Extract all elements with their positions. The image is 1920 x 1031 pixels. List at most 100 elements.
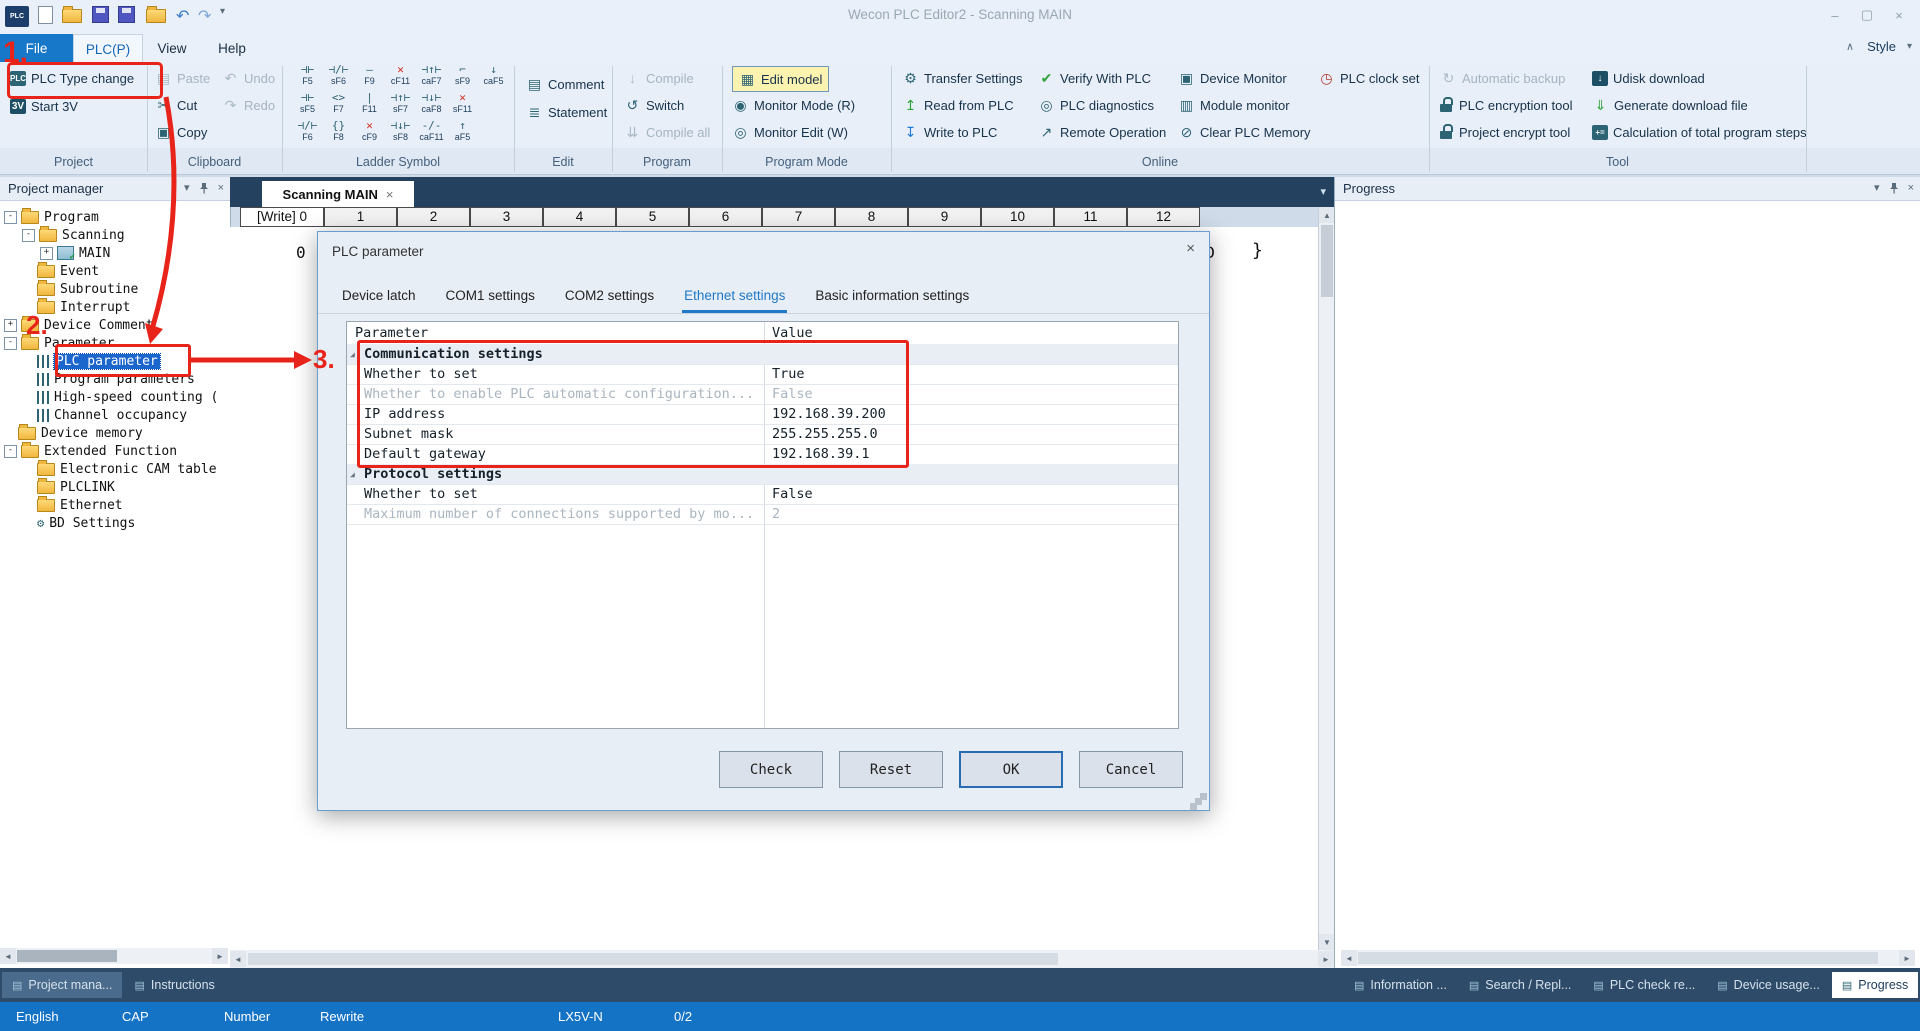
ladder-symbol-button[interactable]: ✕cF9 — [354, 120, 385, 146]
tab-instructions[interactable]: ▤Instructions — [124, 972, 224, 998]
tree-item-label[interactable]: Channel occupancy — [54, 408, 187, 423]
tree-item[interactable]: Electronic CAM table — [37, 460, 217, 478]
tab-plc-check[interactable]: ▤PLC check re... — [1583, 972, 1705, 998]
scroll-right-icon[interactable]: ► — [1899, 950, 1915, 966]
pin-icon[interactable] — [199, 182, 209, 194]
tab-project-manager[interactable]: ▤Project mana... — [2, 972, 122, 998]
tree-item-label[interactable]: Parameter — [44, 336, 114, 351]
ladder-symbol-button[interactable]: ⊣↑⊢caF7 — [416, 64, 447, 90]
tab-search-replace[interactable]: ▤Search / Repl... — [1459, 972, 1582, 998]
project-encrypt-tool-button[interactable]: Project encrypt tool — [1440, 120, 1570, 144]
ladder-symbol-button[interactable]: —F9 — [354, 64, 385, 90]
table-row[interactable]: Subnet mask255.255.255.0 — [347, 424, 1178, 445]
copy-button[interactable]: ▣ Copy — [155, 120, 207, 144]
clear-plc-memory-button[interactable]: ⊘ Clear PLC Memory — [1178, 120, 1311, 144]
row-value[interactable]: 255.255.255.0 — [772, 426, 878, 442]
expander-icon[interactable]: - — [4, 211, 17, 224]
expander-icon[interactable]: - — [4, 445, 17, 458]
calc-total-steps-button[interactable]: += Calculation of total program steps — [1592, 120, 1807, 144]
table-row[interactable]: Default gateway192.168.39.1 — [347, 444, 1178, 465]
scroll-thumb[interactable] — [1321, 225, 1333, 297]
write-to-plc-button[interactable]: ↧ Write to PLC — [902, 120, 997, 144]
ok-button[interactable]: OK — [959, 751, 1063, 788]
tree-item[interactable]: Channel occupancy — [37, 406, 187, 424]
ladder-symbol-button[interactable]: ⊣↓⊢caF8 — [416, 92, 447, 118]
collapse-ribbon-icon[interactable]: ∧ — [1846, 40, 1854, 53]
scroll-right-icon[interactable]: ► — [212, 948, 228, 964]
tree-item-label[interactable]: BD Settings — [49, 516, 135, 531]
tab-com2-settings[interactable]: COM2 settings — [563, 280, 656, 313]
editor-tab-scanning-main[interactable]: Scanning MAIN × — [262, 181, 414, 207]
tree-item-label[interactable]: PLCLINK — [60, 480, 115, 495]
paste-button[interactable]: ▤ Paste — [155, 66, 210, 90]
table-row[interactable]: Whether to setFalse — [347, 484, 1178, 505]
udisk-download-button[interactable]: ↓ Udisk download — [1592, 66, 1705, 90]
tree-item[interactable]: PLCLINK — [37, 478, 115, 496]
scroll-left-icon[interactable]: ◄ — [0, 948, 16, 964]
tree-item-label[interactable]: Subroutine — [60, 282, 138, 297]
tab-device-latch[interactable]: Device latch — [340, 280, 418, 313]
tree-item-label[interactable]: Device Comment — [44, 318, 154, 333]
close-button[interactable]: × — [1886, 4, 1912, 26]
start-3v-button[interactable]: 3V Start 3V — [10, 94, 78, 118]
expander-icon[interactable]: - — [22, 229, 35, 242]
table-row[interactable]: Whether to enable PLC automatic configur… — [347, 384, 1178, 405]
tab-information[interactable]: ▤Information ... — [1344, 972, 1457, 998]
plc-encryption-tool-button[interactable]: PLC encryption tool — [1440, 93, 1572, 117]
remote-operation-button[interactable]: ↗ Remote Operation — [1038, 120, 1166, 144]
tree-item[interactable]: Subroutine — [37, 280, 138, 298]
row-value[interactable]: False — [772, 486, 813, 502]
module-monitor-button[interactable]: ▥ Module monitor — [1178, 93, 1290, 117]
tab-close-icon[interactable]: × — [386, 187, 394, 202]
ladder-symbol-button[interactable]: ⊣/⊢F6 — [292, 120, 323, 146]
monitor-edit-button[interactable]: ◎ Monitor Edit (W) — [732, 120, 848, 144]
panel-dropdown-icon[interactable]: ▾ — [1874, 181, 1880, 194]
table-row-group[interactable]: ◢Protocol settings — [347, 464, 1178, 485]
ladder-symbol-button[interactable]: ⊣⊢sF5 — [292, 92, 323, 118]
tab-com1-settings[interactable]: COM1 settings — [444, 280, 537, 313]
ladder-symbol-button[interactable]: {}F8 — [323, 120, 354, 146]
tree-item-label[interactable]: Electronic CAM table — [60, 462, 217, 477]
tree-item-label[interactable]: Ethernet — [60, 498, 123, 513]
tree-item[interactable]: +MAIN — [40, 244, 110, 262]
statement-button[interactable]: ≣ Statement — [526, 100, 607, 124]
menu-help[interactable]: Help — [205, 34, 259, 62]
tree-item[interactable]: -Scanning — [22, 226, 125, 244]
progress-hscrollbar[interactable]: ◄ ► — [1341, 950, 1915, 966]
scroll-right-icon[interactable]: ► — [1318, 951, 1334, 967]
ladder-symbol-button[interactable]: ✕cF11 — [385, 64, 416, 90]
tab-basic-information[interactable]: Basic information settings — [813, 280, 971, 313]
tab-progress[interactable]: ▤Progress — [1832, 972, 1918, 998]
maximize-button[interactable]: ▢ — [1854, 4, 1880, 26]
reset-button[interactable]: Reset — [839, 751, 943, 788]
style-dropdown-icon[interactable]: ▾ — [1907, 41, 1912, 52]
ladder-symbol-button[interactable]: ✕sF11 — [447, 92, 478, 118]
table-row-group[interactable]: ◢Communication settings — [347, 344, 1178, 365]
collapse-triangle-icon[interactable]: ◢ — [350, 350, 355, 359]
expander-icon[interactable]: - — [4, 337, 17, 350]
row-value[interactable]: 192.168.39.1 — [772, 446, 870, 462]
scroll-thumb[interactable] — [248, 953, 1058, 965]
tree-item[interactable]: Ethernet — [37, 496, 123, 514]
tree-item-label[interactable]: Program parameters — [54, 372, 195, 387]
plc-clock-set-button[interactable]: ◷ PLC clock set — [1318, 66, 1419, 90]
ladder-symbol-button[interactable]: ⌐sF9 — [447, 64, 478, 90]
ladder-symbol-button[interactable]: ⊣↑⊢sF7 — [385, 92, 416, 118]
ladder-symbol-button[interactable]: ⊣/⊢sF6 — [323, 64, 354, 90]
tree-item-label[interactable]: Program — [44, 210, 99, 225]
minimize-button[interactable]: – — [1822, 4, 1848, 26]
menu-plc[interactable]: PLC(P) — [73, 34, 143, 63]
panel-dropdown-icon[interactable]: ▾ — [184, 181, 190, 194]
verify-with-plc-button[interactable]: ✔ Verify With PLC — [1038, 66, 1151, 90]
scroll-left-icon[interactable]: ◄ — [1341, 950, 1357, 966]
dialog-close-icon[interactable]: × — [1186, 240, 1195, 257]
scroll-left-icon[interactable]: ◄ — [230, 951, 246, 967]
tree-item-label[interactable]: Device memory — [41, 426, 143, 441]
ladder-symbol-button[interactable]: -/-caF11 — [416, 120, 447, 146]
ladder-symbol-button[interactable]: ⊣⊢F5 — [292, 64, 323, 90]
ladder-symbol-button[interactable]: ↑aF5 — [447, 120, 478, 146]
collapse-triangle-icon[interactable]: ◢ — [350, 470, 355, 479]
redo-button[interactable]: ↷ Redo — [222, 93, 275, 117]
ladder-symbol-button[interactable]: ↓caF5 — [478, 64, 509, 90]
tree-item[interactable]: Device memory — [18, 424, 143, 442]
